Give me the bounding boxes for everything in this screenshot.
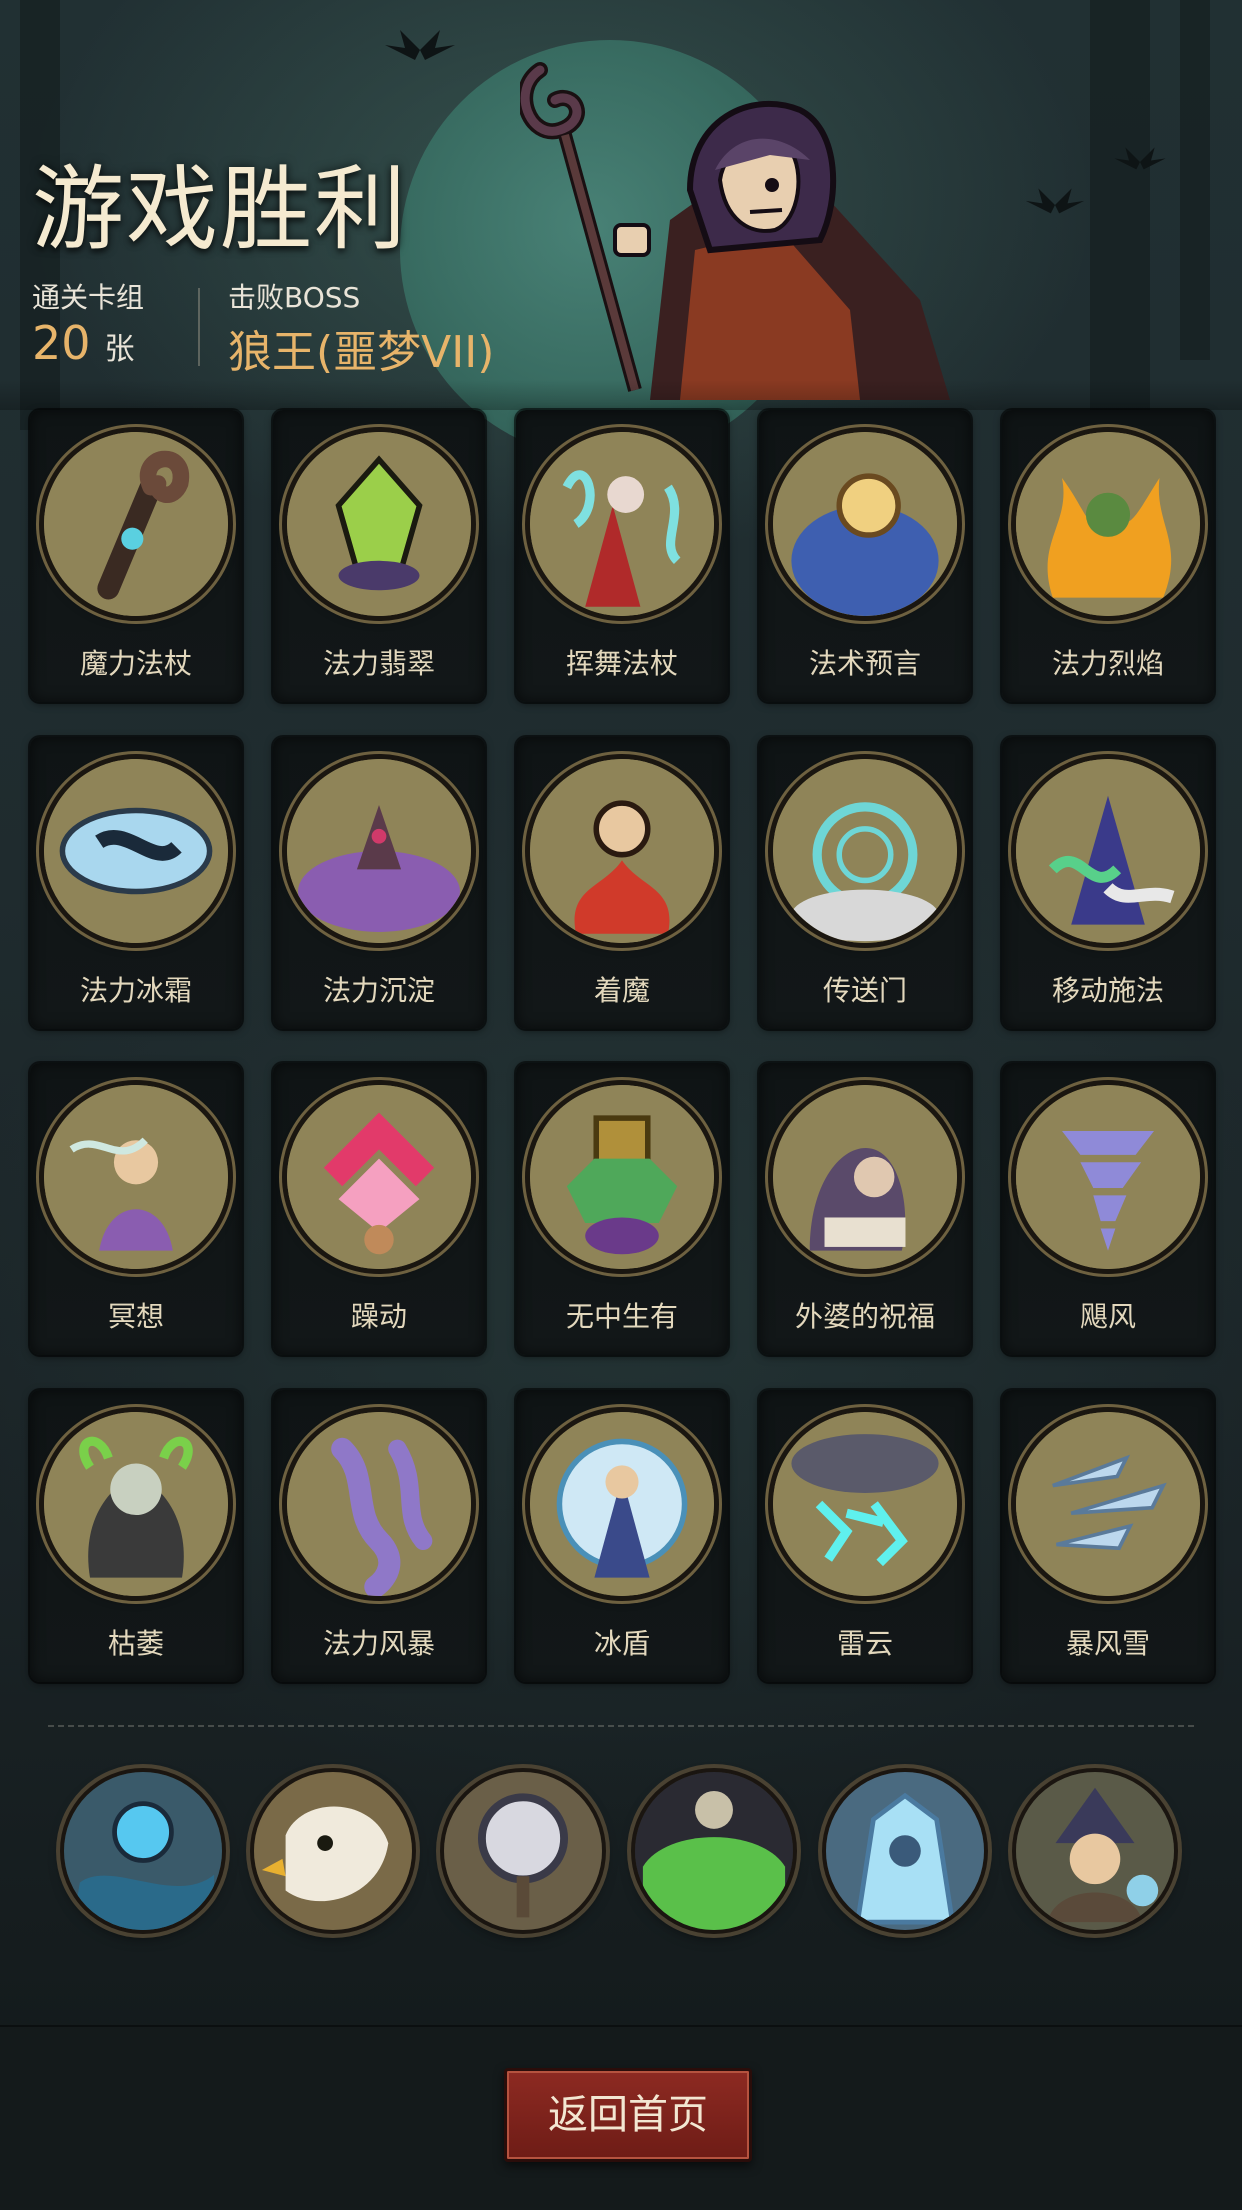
frenzy-icon: [287, 1085, 471, 1269]
frost-icon: [44, 759, 228, 943]
card-item[interactable]: 挥舞法杖: [516, 410, 728, 702]
card-item[interactable]: 法力冰霜: [30, 737, 242, 1029]
deck-label: 通关卡组: [32, 281, 145, 314]
wizard-portrait-icon[interactable]: [1016, 1772, 1174, 1930]
ice-shield-icon: [530, 1412, 714, 1596]
card-item[interactable]: 着魔: [516, 737, 728, 1029]
card-item[interactable]: 冥想: [30, 1063, 242, 1355]
card-name: 飓风: [1079, 1300, 1136, 1333]
card-name: 魔力法杖: [79, 647, 192, 680]
wielding-mage-icon: [530, 432, 714, 616]
card-item[interactable]: 传送门: [759, 737, 971, 1029]
skull-poison-icon[interactable]: [635, 1772, 793, 1930]
card-name: 挥舞法杖: [565, 647, 678, 680]
staff-icon: [44, 432, 228, 616]
card-item[interactable]: 冰盾: [516, 1390, 728, 1682]
tree-silhouette: [1090, 0, 1150, 420]
deck-count-number: 20: [32, 316, 91, 370]
possessed-icon: [530, 759, 714, 943]
card-name: 外婆的祝福: [794, 1300, 935, 1333]
card-item[interactable]: 移动施法: [1002, 737, 1214, 1029]
deck-count-unit: 张: [104, 332, 135, 367]
card-item[interactable]: 魔力法杖: [30, 410, 242, 702]
victory-title: 游戏胜利: [32, 156, 409, 263]
grandma-blessing-icon: [773, 1085, 957, 1269]
card-name: 传送门: [822, 974, 907, 1007]
card-name: 法术预言: [808, 647, 921, 680]
eagle-icon[interactable]: [254, 1772, 412, 1930]
card-item[interactable]: 法力沉淀: [273, 737, 485, 1029]
flame-icon: [1016, 432, 1200, 616]
creation-icon: [530, 1085, 714, 1269]
blizzard-icon: [1016, 1412, 1200, 1596]
sediment-icon: [287, 759, 471, 943]
card-name: 冥想: [107, 1300, 164, 1333]
stat-divider: [198, 288, 200, 366]
card-item[interactable]: 枯萎: [30, 1390, 242, 1682]
card-name: 法力风暴: [322, 1627, 435, 1660]
crystal-ball-icon[interactable]: [64, 1772, 222, 1930]
section-divider: [48, 1725, 1194, 1727]
hurricane-icon: [1016, 1085, 1200, 1269]
portal-icon: [773, 759, 957, 943]
card-item[interactable]: 飓风: [1002, 1063, 1214, 1355]
ice-golem-icon[interactable]: [826, 1772, 984, 1930]
card-name: 着魔: [593, 974, 650, 1007]
mana-storm-icon: [287, 1412, 471, 1596]
card-item[interactable]: 法力翡翠: [273, 410, 485, 702]
card-name: 无中生有: [565, 1300, 678, 1333]
card-name: 法力沉淀: [322, 974, 435, 1007]
hooded-wizard-illustration: [520, 62, 950, 400]
card-name: 法力烈焰: [1051, 647, 1164, 680]
card-item[interactable]: 雷云: [759, 1390, 971, 1682]
card-name: 暴风雪: [1065, 1627, 1150, 1660]
tree-silhouette: [1180, 0, 1210, 360]
card-name: 枯萎: [107, 1627, 164, 1660]
card-name: 法力翡翠: [322, 647, 435, 680]
card-item[interactable]: 法力烈焰: [1002, 410, 1214, 702]
boss-label: 击败BOSS: [228, 281, 361, 314]
card-item[interactable]: 法术预言: [759, 410, 971, 702]
card-name: 雷云: [836, 1627, 893, 1660]
mirror-icon[interactable]: [444, 1772, 602, 1930]
card-item[interactable]: 法力风暴: [273, 1390, 485, 1682]
bat-icon: [1114, 147, 1166, 170]
boss-name: 狼王(噩梦VII): [228, 327, 495, 378]
bat-icon: [385, 30, 455, 60]
card-name: 移动施法: [1051, 974, 1164, 1007]
wither-icon: [44, 1412, 228, 1596]
header-fade: [0, 380, 1242, 410]
card-item[interactable]: 外婆的祝福: [759, 1063, 971, 1355]
thundercloud-icon: [773, 1412, 957, 1596]
bat-icon: [1025, 188, 1085, 214]
emerald-icon: [287, 432, 471, 616]
moving-cast-icon: [1016, 759, 1200, 943]
meditation-icon: [44, 1085, 228, 1269]
card-name: 冰盾: [593, 1627, 650, 1660]
card-name: 法力冰霜: [79, 974, 192, 1007]
orb-prophecy-icon: [773, 432, 957, 616]
card-item[interactable]: 无中生有: [516, 1063, 728, 1355]
return-home-button[interactable]: 返回首页: [504, 2068, 752, 2162]
card-item[interactable]: 躁动: [273, 1063, 485, 1355]
deck-count: 20 张: [32, 316, 135, 370]
card-item[interactable]: 暴风雪: [1002, 1390, 1214, 1682]
card-name: 躁动: [350, 1300, 407, 1333]
